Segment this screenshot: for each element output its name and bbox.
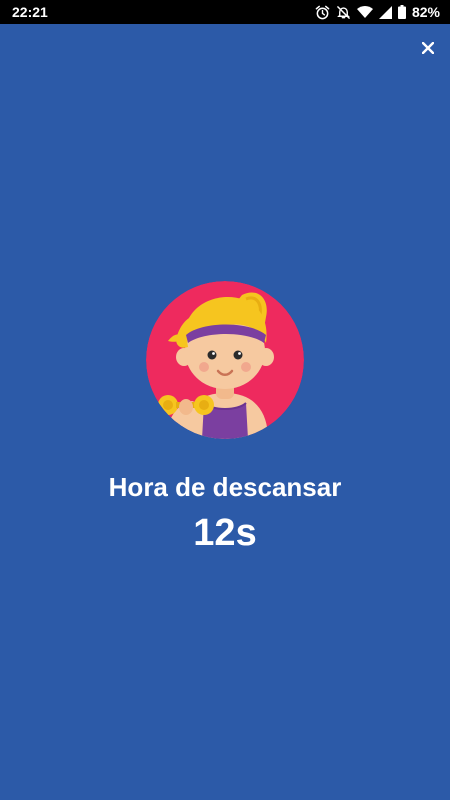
battery-icon: [397, 5, 406, 19]
rest-title: Hora de descansar: [108, 472, 342, 502]
status-bar: 22:21 82%: [0, 0, 450, 24]
status-icons: 82%: [315, 3, 440, 21]
wifi-icon: [356, 6, 373, 18]
rest-screen: 22:21 82% Hora de descansar 12s: [0, 0, 450, 800]
battery-percent: 82%: [411, 4, 440, 20]
avatar: [146, 281, 304, 439]
rest-countdown: 12s: [193, 512, 257, 554]
alarm-icon: [315, 5, 330, 19]
status-time: 22:21: [12, 4, 48, 20]
woman-exercising-illustration: [146, 281, 304, 439]
close-icon: [422, 42, 434, 54]
notifications-off-icon: [337, 5, 350, 19]
cell-signal-icon: [378, 5, 392, 19]
close-button[interactable]: [416, 36, 440, 60]
